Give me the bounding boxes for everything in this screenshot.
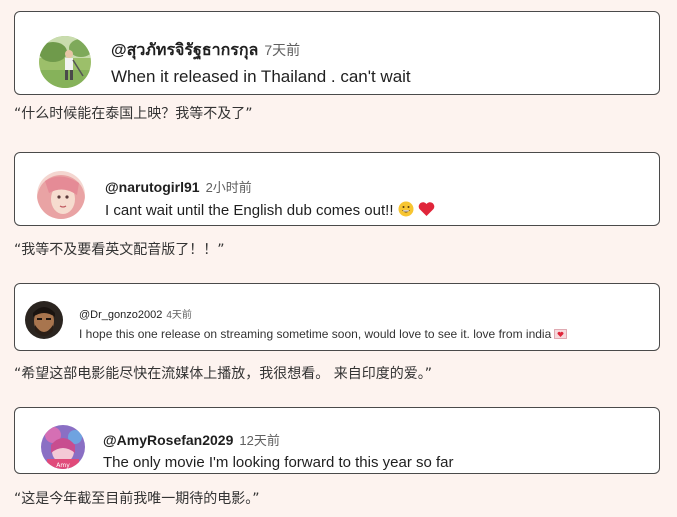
comment-author-handle[interactable]: @AmyRosefan2029 (103, 432, 233, 448)
anime-girl-avatar-icon[interactable]: Amy (41, 425, 85, 469)
comment-header: @Dr_gonzo2002 4天前 (79, 306, 192, 321)
comment-card-1: @สุวภัทรจิรัฐธากรกุล 7天前 When it released… (14, 11, 660, 95)
comment-text: The only movie I'm looking forward to th… (103, 454, 454, 471)
pink-hair-girl-photo-icon[interactable] (37, 171, 85, 219)
comment-card-4: Amy @AmyRosefan2029 12天前 The only movie I… (14, 407, 660, 474)
svg-text:Amy: Amy (56, 462, 70, 469)
comment-header: @AmyRosefan2029 12天前 (103, 430, 280, 449)
bearded-man-photo-icon[interactable] (25, 301, 63, 339)
red-heart-emoji (418, 201, 435, 221)
comment-header: @narutogirl91 2小时前 (105, 177, 252, 196)
comment-text: I hope this one release on streaming som… (79, 327, 552, 341)
grinning-face-emoji (398, 201, 414, 221)
comment-timestamp[interactable]: 2小时前 (206, 180, 252, 195)
comment-card-2: @narutogirl91 2小时前 I cant wait until the … (14, 152, 660, 226)
comment-author-handle[interactable]: @สุวภัทรจิรัฐธากรกุล (111, 42, 258, 59)
comment-author-handle[interactable]: @Dr_gonzo2002 (79, 309, 162, 321)
comment-card-3: @Dr_gonzo2002 4天前 I hope this one release… (14, 283, 660, 351)
golf-player-photo-icon[interactable] (39, 36, 91, 88)
comment-translation: “我等不及要看英文配音版了！！” (14, 242, 225, 258)
comment-timestamp[interactable]: 7天前 (264, 42, 300, 58)
comment-author-handle[interactable]: @narutogirl91 (105, 179, 200, 195)
comment-timestamp[interactable]: 4天前 (166, 310, 192, 321)
comment-text-row: I hope this one release on streaming som… (79, 327, 568, 342)
comment-text: When it released in Thailand . can't wai… (111, 67, 411, 86)
comment-header: @สุวภัทรจิรัฐธากรกุล 7天前 (111, 38, 300, 63)
comment-text: I cant wait until the English dub comes … (105, 201, 394, 219)
comment-timestamp[interactable]: 12天前 (239, 433, 279, 448)
comment-translation: “这是今年截至目前我唯一期待的电影。” (14, 491, 260, 507)
comment-translation: “希望这部电影能尽快在流媒体上播放，我很想看。 来自印度的爱。” (14, 366, 432, 382)
comment-text-row: I cant wait until the English dub comes … (105, 201, 435, 221)
heart-letter-emoji (554, 328, 568, 342)
comment-translation: “什么时候能在泰国上映？我等不及了” (14, 106, 253, 122)
